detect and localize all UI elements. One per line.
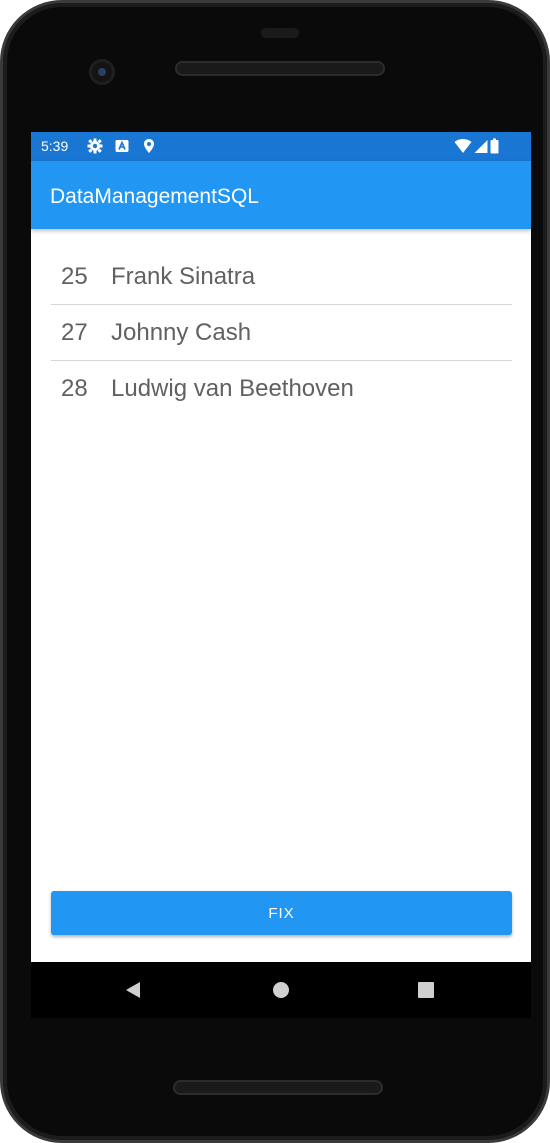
front-camera: [89, 59, 115, 85]
battery-icon: [490, 138, 499, 154]
person-list: 25 Frank Sinatra 27 Johnny Cash 28 Ludwi…: [51, 249, 512, 417]
wifi-icon: [454, 139, 472, 153]
signal-icon: [474, 140, 488, 153]
recents-icon[interactable]: [416, 980, 436, 1000]
bottom-speaker: [173, 1080, 383, 1095]
back-icon[interactable]: [123, 980, 143, 1000]
item-name: Frank Sinatra: [111, 263, 256, 290]
settings-icon: [87, 138, 103, 154]
sensor: [261, 28, 299, 38]
a-notification-icon: [115, 140, 129, 152]
fix-button[interactable]: FIX: [51, 891, 512, 935]
phone-frame: 5:39 DataManagementSQL 25 Frank Sinatra …: [0, 0, 550, 1143]
item-name: Ludwig van Beethoven: [111, 375, 354, 402]
list-item[interactable]: 28 Ludwig van Beethoven: [51, 361, 512, 417]
item-id: 27: [61, 319, 88, 346]
status-bar: 5:39: [31, 132, 531, 161]
earpiece-speaker: [175, 61, 385, 76]
app-title: DataManagementSQL: [50, 185, 259, 208]
app-bar: DataManagementSQL: [31, 161, 531, 229]
list-item[interactable]: 27 Johnny Cash: [51, 305, 512, 361]
item-name: Johnny Cash: [111, 319, 252, 346]
item-id: 28: [61, 375, 88, 402]
screen: 5:39 DataManagementSQL 25 Frank Sinatra …: [31, 132, 531, 962]
status-time: 5:39: [41, 138, 69, 154]
home-icon[interactable]: [271, 980, 291, 1000]
navigation-bar: [31, 962, 531, 1018]
list-item[interactable]: 25 Frank Sinatra: [51, 249, 512, 305]
item-id: 25: [61, 263, 88, 290]
location-pin-icon: [144, 139, 154, 153]
